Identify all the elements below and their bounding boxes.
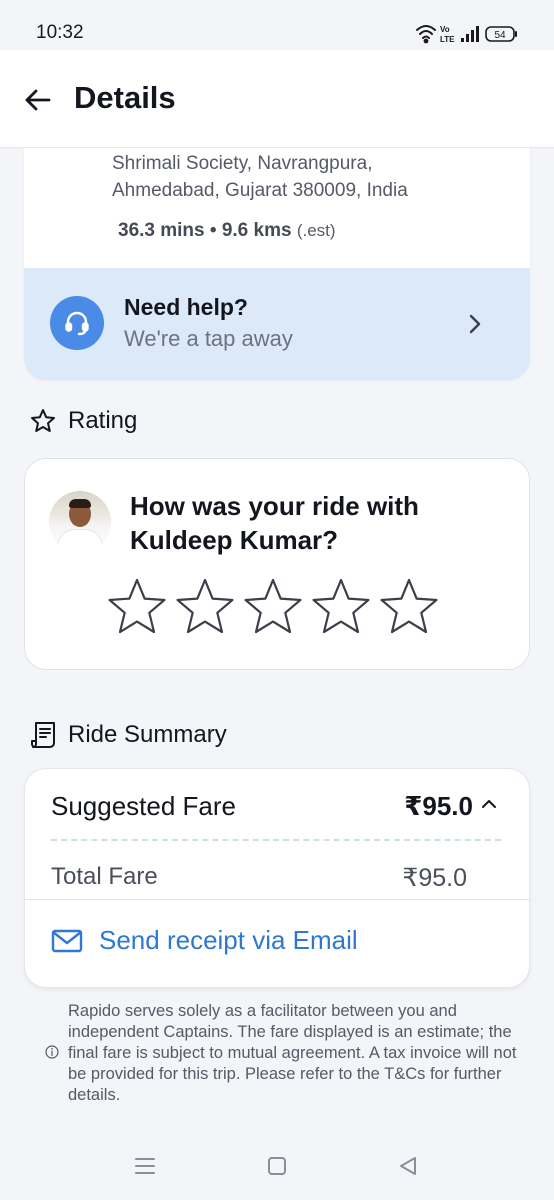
status-time: 10:32 — [36, 22, 84, 43]
drop-address: Shrimali Society, Navrangpura, Ahmedabad… — [112, 150, 512, 204]
star-outline-icon — [31, 409, 55, 432]
drop-address-line2: Ahmedabad, Gujarat 380009, India — [112, 180, 408, 201]
trip-details-card: Shrimali Society, Navrangpura, Ahmedabad… — [24, 130, 530, 380]
status-icons: Vo LTE 54 — [416, 23, 520, 45]
signal-icon — [461, 26, 479, 42]
back-triangle-icon[interactable] — [398, 1156, 418, 1176]
eta-note: (.est) — [296, 221, 336, 240]
total-fare-value: ₹95.0 — [402, 864, 467, 892]
rating-heading: Rating — [30, 407, 137, 435]
help-subtitle: We're a tap away — [124, 326, 293, 351]
total-fare-label: Total Fare — [51, 863, 158, 890]
headset-icon — [50, 296, 104, 350]
captain-avatar — [49, 491, 111, 553]
mail-icon — [51, 929, 83, 952]
star-rating — [106, 577, 440, 639]
star-1-icon[interactable] — [106, 577, 168, 639]
ride-summary-heading-label: Ride Summary — [68, 721, 227, 748]
send-receipt-label: Send receipt via Email — [99, 925, 358, 955]
suggested-fare-label: Suggested Fare — [51, 791, 237, 821]
back-arrow-icon[interactable] — [22, 84, 54, 116]
svg-text:LTE: LTE — [440, 35, 455, 44]
rating-heading-label: Rating — [68, 407, 138, 434]
page-title: Details — [74, 80, 176, 115]
wifi-icon — [416, 25, 436, 44]
app-header: Details — [0, 50, 554, 148]
menu-icon[interactable] — [134, 1156, 156, 1176]
send-receipt-button[interactable]: Send receipt via Email — [51, 925, 358, 956]
star-3-icon[interactable] — [242, 577, 304, 639]
info-icon — [45, 1045, 59, 1059]
eta-value: 36.3 mins • 9.6 kms — [118, 220, 292, 241]
svg-text:Vo: Vo — [440, 25, 450, 34]
star-2-icon[interactable] — [174, 577, 236, 639]
star-4-icon[interactable] — [310, 577, 372, 639]
fare-divider — [51, 839, 501, 841]
suggested-fare-value: ₹95.0 — [404, 791, 473, 821]
drop-address-line1: Shrimali Society, Navrangpura, — [112, 153, 373, 174]
receipt-icon — [31, 722, 55, 748]
chevron-up-icon[interactable] — [481, 799, 497, 809]
system-nav-bar — [0, 1132, 554, 1200]
status-bar: 10:32 Vo LTE 54 — [0, 0, 554, 50]
ride-summary-card: Suggested Fare ₹95.0 Total Fare ₹95.0 Se… — [24, 768, 531, 988]
rating-question: How was your ride with Kuldeep Kumar? — [130, 491, 419, 555]
chevron-right-icon — [469, 314, 481, 334]
battery-icon: 54 — [485, 26, 517, 42]
home-icon[interactable] — [267, 1156, 287, 1176]
fare-disclaimer: Rapido serves solely as a facilitator be… — [68, 1002, 517, 1104]
ride-summary-heading: Ride Summary — [30, 721, 227, 749]
rating-card: How was your ride with Kuldeep Kumar? — [24, 458, 530, 670]
need-help-banner[interactable]: Need help? We're a tap away — [24, 268, 530, 380]
svg-text:54: 54 — [494, 30, 506, 41]
trip-eta: 36.3 mins • 9.6 kms (.est) — [118, 220, 336, 242]
card-divider — [25, 899, 531, 900]
star-5-icon[interactable] — [378, 577, 440, 639]
help-title: Need help? — [124, 294, 248, 320]
volte-icon: Vo LTE — [440, 25, 455, 44]
